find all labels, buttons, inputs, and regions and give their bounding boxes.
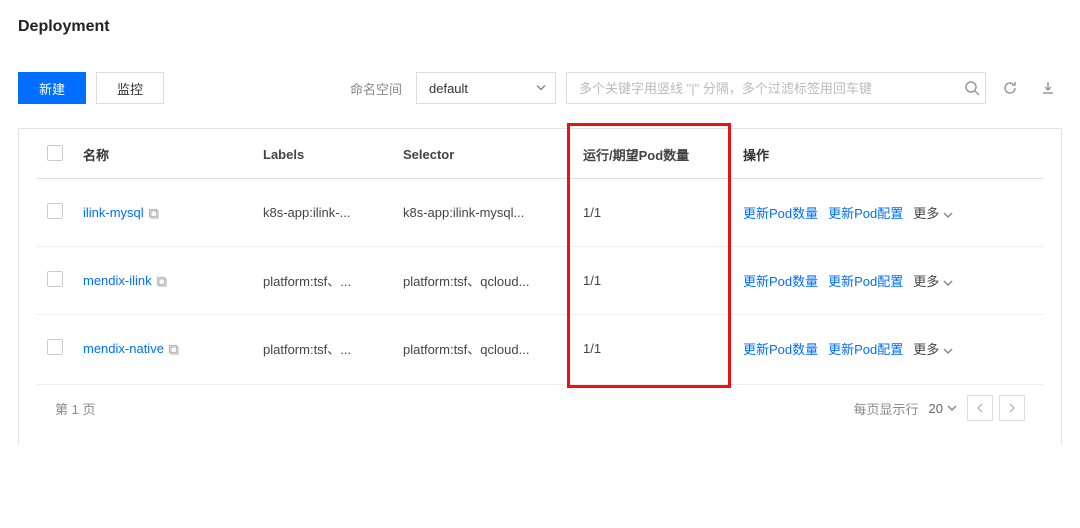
copy-icon[interactable] — [168, 344, 180, 356]
selector-cell: platform:tsf、qcloud... — [393, 247, 573, 315]
table-row: mendix-ilink platform:tsf、...platform:tsf… — [37, 247, 1043, 315]
deployment-name-link[interactable]: ilink-mysql — [83, 205, 144, 220]
caret-down-icon — [536, 81, 546, 96]
more-actions[interactable]: 更多 — [913, 274, 953, 289]
search-icon — [964, 80, 980, 96]
selector-cell: k8s-app:ilink-mysql... — [393, 179, 573, 247]
update-pod-config-link[interactable]: 更新Pod配置 — [828, 206, 903, 221]
more-actions[interactable]: 更多 — [913, 206, 953, 221]
update-pod-count-link[interactable]: 更新Pod数量 — [743, 274, 818, 289]
table-row: mendix-native platform:tsf、...platform:ts… — [37, 315, 1043, 383]
download-icon — [1040, 80, 1056, 96]
refresh-button[interactable] — [996, 72, 1024, 104]
monitor-button[interactable]: 监控 — [96, 72, 164, 104]
update-pod-config-link[interactable]: 更新Pod配置 — [828, 342, 903, 357]
caret-down-icon — [943, 346, 953, 356]
labels-cell: platform:tsf、... — [253, 247, 393, 315]
prev-page-button[interactable] — [967, 395, 993, 421]
deployments-table: 名称 Labels Selector 运行/期望Pod数量 操作 ilink-m… — [37, 129, 1043, 382]
table-row: ilink-mysql k8s-app:ilink-...k8s-app:ilin… — [37, 179, 1043, 247]
copy-icon[interactable] — [156, 276, 168, 288]
page-title: Deployment — [18, 18, 1062, 36]
chevron-left-icon — [975, 403, 985, 413]
deployment-name-link[interactable]: mendix-native — [83, 341, 164, 356]
toolbar: 新建 监控 命名空间 default — [18, 72, 1062, 104]
caret-down-icon — [947, 403, 957, 413]
labels-cell: k8s-app:ilink-... — [253, 179, 393, 247]
update-pod-count-link[interactable]: 更新Pod数量 — [743, 342, 818, 357]
pods-cell: 1/1 — [573, 247, 733, 315]
header-pods: 运行/期望Pod数量 — [573, 129, 733, 179]
download-button[interactable] — [1034, 72, 1062, 104]
selector-cell: platform:tsf、qcloud... — [393, 315, 573, 383]
chevron-right-icon — [1007, 403, 1017, 413]
update-pod-config-link[interactable]: 更新Pod配置 — [828, 274, 903, 289]
rows-per-page-label: 每页显示行 — [854, 399, 919, 418]
page-info: 第 1 页 — [55, 399, 95, 418]
copy-icon[interactable] — [148, 208, 160, 220]
header-name: 名称 — [73, 129, 253, 179]
update-pod-count-link[interactable]: 更新Pod数量 — [743, 206, 818, 221]
row-checkbox[interactable] — [47, 339, 63, 355]
rows-per-page-select[interactable]: 20 — [925, 401, 961, 416]
refresh-icon — [1002, 80, 1018, 96]
header-ops: 操作 — [733, 129, 1043, 179]
labels-cell: platform:tsf、... — [253, 315, 393, 383]
namespace-selected: default — [429, 81, 468, 96]
next-page-button[interactable] — [999, 395, 1025, 421]
deployment-name-link[interactable]: mendix-ilink — [83, 273, 152, 288]
more-actions[interactable]: 更多 — [913, 342, 953, 357]
search-input[interactable] — [566, 72, 986, 104]
header-labels: Labels — [253, 129, 393, 179]
pods-cell: 1/1 — [573, 179, 733, 247]
caret-down-icon — [943, 278, 953, 288]
pods-cell: 1/1 — [573, 315, 733, 383]
create-button[interactable]: 新建 — [18, 72, 86, 104]
namespace-label: 命名空间 — [350, 79, 402, 98]
search-button[interactable] — [964, 80, 980, 96]
row-checkbox[interactable] — [47, 271, 63, 287]
header-selector: Selector — [393, 129, 573, 179]
row-checkbox[interactable] — [47, 203, 63, 219]
caret-down-icon — [943, 210, 953, 220]
select-all-checkbox[interactable] — [47, 145, 63, 161]
namespace-select[interactable]: default — [416, 72, 556, 104]
